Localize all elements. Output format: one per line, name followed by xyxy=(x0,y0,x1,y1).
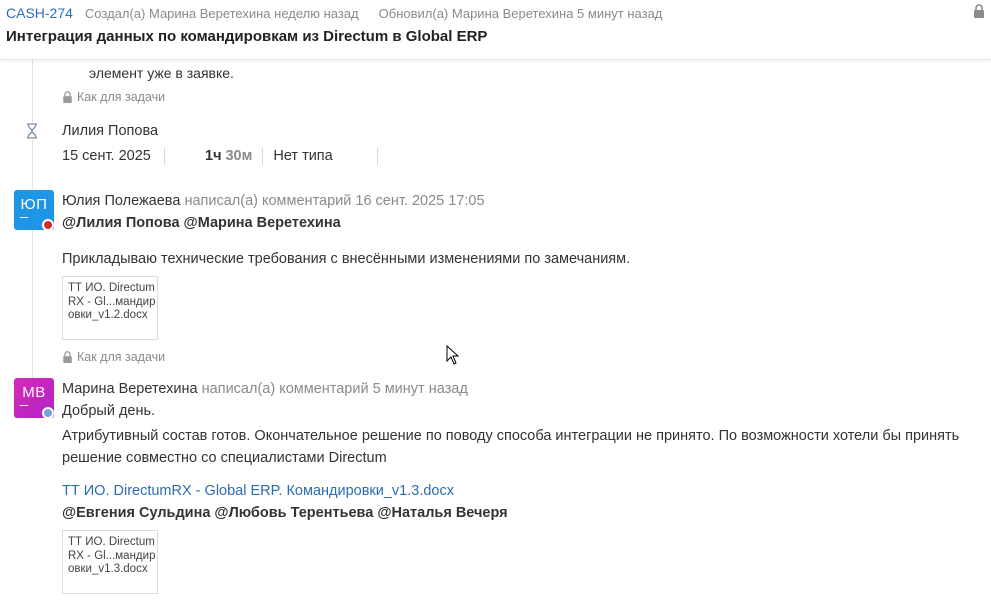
cursor-icon xyxy=(446,344,460,368)
comment-mentions[interactable]: @Евгения Сульдина @Любовь Терентьева @На… xyxy=(62,505,508,521)
lock-icon xyxy=(63,91,72,103)
attachment-thumbnail[interactable]: ТТ ИО. DirectumRX - Gl...мандировки_v1.2… xyxy=(62,276,158,340)
comment-action: написал(а) комментарий 5 минут назад xyxy=(201,381,468,397)
divider xyxy=(262,147,264,165)
avatar-initials: ЮП xyxy=(20,196,48,213)
visibility-scope[interactable]: Как для задачи xyxy=(62,349,165,365)
worklog-minutes: 30м xyxy=(225,148,253,164)
comment-header: Юлия Полежаева написал(а) комментарий 16… xyxy=(62,193,485,209)
status-badge xyxy=(42,407,54,419)
previous-comment-text: элемент уже в заявке. xyxy=(89,65,234,81)
created-info: Создал(а) Марина Веретехина неделю назад xyxy=(84,5,359,21)
avatar-dash xyxy=(20,405,28,406)
task-meta: CASH-274 Создал(а) Марина Веретехина нед… xyxy=(6,4,662,22)
attachment-thumbnail[interactable]: ТТ ИО. DirectumRX - Gl...мандировки_v1.3… xyxy=(62,530,158,594)
attachment-name: ТТ ИО. DirectumRX - Gl...мандировки_v1.2… xyxy=(68,282,156,321)
visibility-label: Как для задачи xyxy=(77,90,166,104)
divider xyxy=(164,147,165,165)
worklog-user: Лилия Попова xyxy=(62,123,159,139)
visibility-label: Как для задачи xyxy=(77,350,166,364)
avatar-initials: МВ xyxy=(22,384,46,401)
worklog-type: Нет типа xyxy=(273,148,333,164)
worklog-details: 15 сент. 2025 1ч 30м Нет типа xyxy=(62,147,379,165)
page-title: Интеграция данных по командировкам из Di… xyxy=(6,28,488,45)
attachment-link[interactable]: ТТ ИО. DirectumRX - Global ERP. Командир… xyxy=(62,483,454,499)
updated-info: Обновил(а) Марина Веретехина 5 минут наз… xyxy=(378,5,663,21)
comment-greeting: Добрый день. xyxy=(62,403,156,419)
task-header: CASH-274 Создал(а) Марина Веретехина нед… xyxy=(0,0,991,60)
worklog-hours: 1ч xyxy=(205,148,222,164)
comment-text: Прикладываю технические требования с вне… xyxy=(62,251,631,267)
visibility-scope[interactable]: Как для задачи xyxy=(62,89,165,105)
lock-icon[interactable] xyxy=(973,4,991,20)
comment-author[interactable]: Марина Веретехина xyxy=(62,381,198,397)
avatar-dash xyxy=(20,217,28,218)
comment-action: написал(а) комментарий 16 сент. 2025 17:… xyxy=(184,193,485,209)
comment-header: Марина Веретехина написал(а) комментарий… xyxy=(62,381,468,397)
comment-text: Атрибутивный состав готов. Окончательное… xyxy=(62,428,960,466)
worklog-duration: 1ч 30м xyxy=(205,148,252,164)
comment-author[interactable]: Юлия Полежаева xyxy=(62,193,180,209)
lock-icon xyxy=(63,351,72,363)
divider xyxy=(377,147,379,165)
hourglass-icon xyxy=(25,123,39,139)
attachment-name: ТТ ИО. DirectumRX - Gl...мандировки_v1.3… xyxy=(68,536,156,575)
task-key-link[interactable]: CASH-274 xyxy=(6,5,73,21)
worklog-date: 15 сент. 2025 xyxy=(62,148,151,164)
comment-mentions[interactable]: @Лилия Попова @Марина Веретехина xyxy=(62,215,341,231)
status-badge xyxy=(42,219,54,231)
